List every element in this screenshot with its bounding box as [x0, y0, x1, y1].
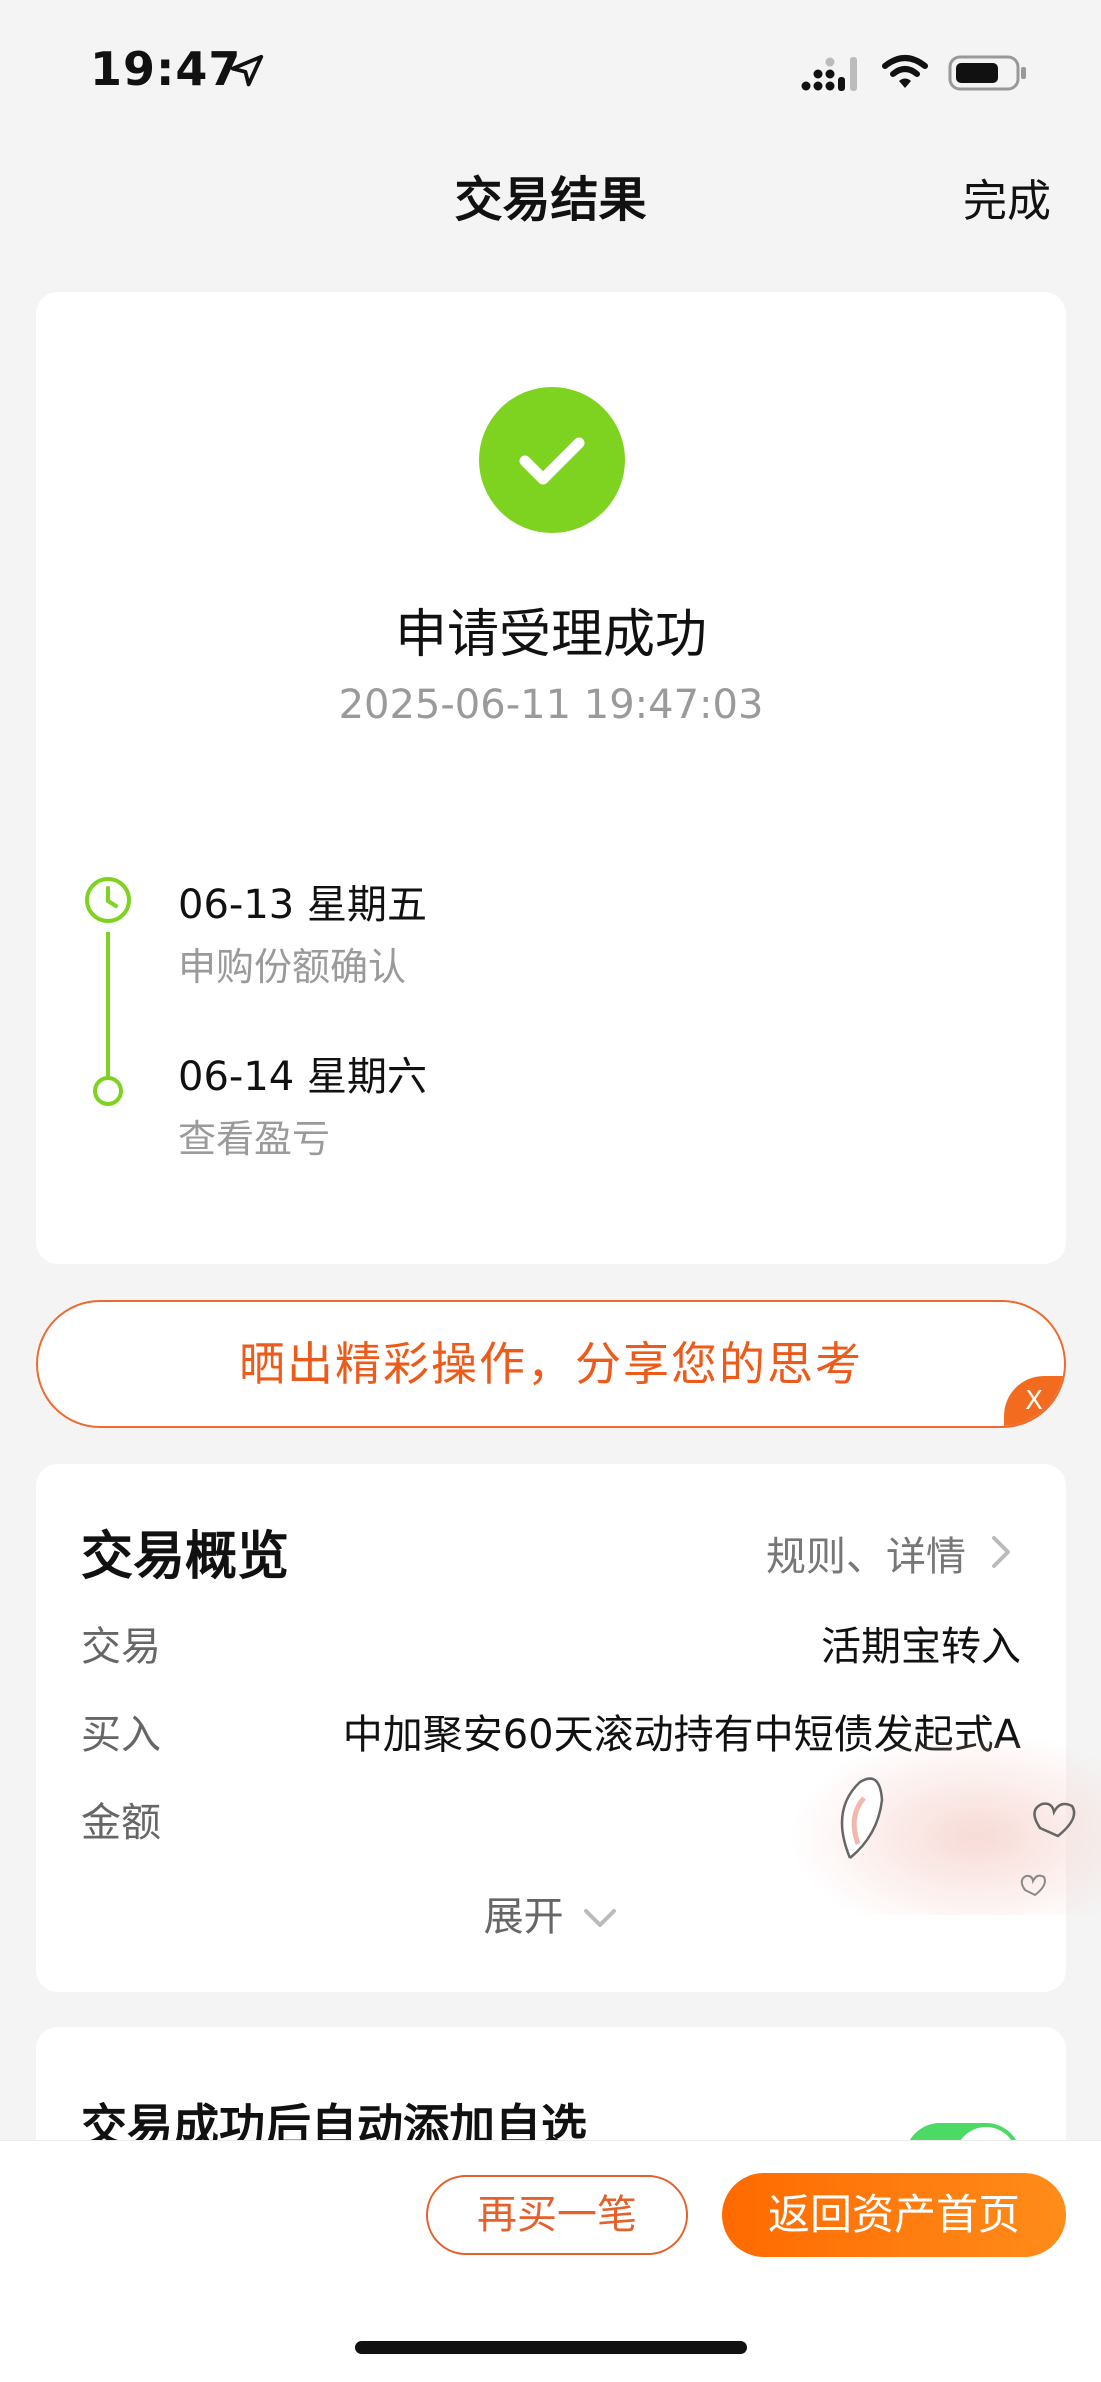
- status-time: 19:47: [90, 42, 242, 96]
- expand-label: 展开: [483, 1894, 564, 1940]
- rules-details-link[interactable]: 规则、详情: [766, 1524, 966, 1582]
- back-to-assets-button[interactable]: 返回资产首页: [722, 2173, 1066, 2257]
- overview-row-label: 交易: [81, 1624, 161, 1670]
- overview-row-value: 活期宝转入: [821, 1624, 1021, 1670]
- result-title: 申请受理成功: [394, 605, 707, 665]
- clock-icon: [85, 877, 131, 923]
- result-card: 申请受理成功 2025-06-11 19:47:03 06-13 星期五 申购份…: [36, 292, 1066, 1264]
- status-bar: 19:47: [0, 0, 1101, 130]
- overview-title: 交易概览: [81, 1527, 290, 1587]
- dot-icon: [93, 1076, 123, 1106]
- success-check-icon: [479, 387, 625, 533]
- trade-result-page: 19:47 交易结果 完成 申请受理成功 2025-06-11 19:47:03…: [0, 0, 1101, 2382]
- share-banner-text: 晒出精彩操作，分享您的思考: [239, 1337, 863, 1391]
- timeline-desc-1: 申购份额确认: [178, 945, 407, 989]
- result-timestamp: 2025-06-11 19:47:03: [338, 682, 764, 728]
- chevron-right-icon[interactable]: [986, 1532, 1016, 1572]
- signal-icon: [801, 57, 857, 91]
- done-button[interactable]: 完成: [963, 165, 1051, 229]
- page-title: 交易结果: [454, 172, 647, 228]
- share-banner[interactable]: 晒出精彩操作，分享您的思考 X: [36, 1300, 1066, 1428]
- bunny-sticker-decoration: [790, 1740, 1101, 1915]
- timeline-line: [106, 932, 110, 1092]
- wifi-icon: [882, 55, 928, 88]
- home-indicator[interactable]: [355, 2341, 747, 2354]
- overview-row-label: 买入: [81, 1712, 161, 1758]
- timeline-date-2: 06-14 星期六: [178, 1054, 427, 1100]
- location-arrow-icon: [230, 54, 264, 87]
- buy-again-button[interactable]: 再买一笔: [426, 2175, 688, 2255]
- timeline-date-1: 06-13 星期五: [178, 882, 427, 928]
- chevron-down-icon: [584, 1909, 617, 1927]
- timeline-desc-2: 查看盈亏: [178, 1117, 331, 1161]
- battery-icon: [948, 55, 1026, 91]
- overview-row-label: 金额: [81, 1800, 161, 1846]
